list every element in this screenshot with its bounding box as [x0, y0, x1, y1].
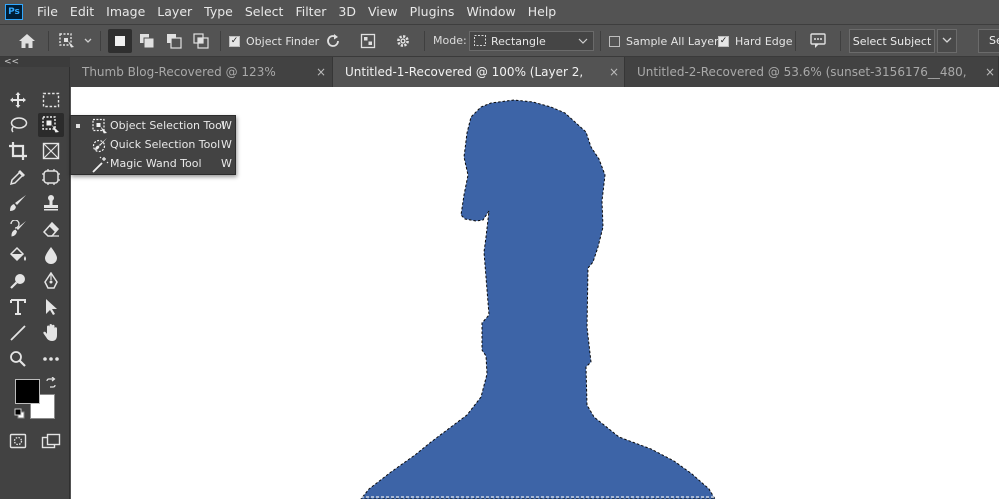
menu-3d[interactable]: 3D — [332, 0, 362, 24]
new-selection-icon[interactable] — [108, 29, 132, 53]
flyout-label: Quick Selection Tool — [110, 138, 221, 151]
frame-icon[interactable] — [38, 139, 64, 163]
close-icon[interactable]: × — [985, 57, 995, 87]
stamp-icon[interactable] — [38, 191, 64, 215]
menu-bar: Ps File Edit Image Layer Type Select Fil… — [0, 0, 999, 24]
empty-checkbox-icon — [609, 35, 620, 47]
menu-layer[interactable]: Layer — [151, 0, 198, 24]
intersect-selection-icon[interactable] — [189, 29, 213, 53]
menu-help[interactable]: Help — [522, 0, 563, 24]
select-subject-dropdown[interactable] — [937, 29, 957, 53]
close-icon[interactable]: × — [316, 57, 326, 87]
mode-label: Mode: — [433, 34, 467, 47]
object-selection-icon — [91, 118, 109, 135]
flyout-item-magic-wand[interactable]: Magic Wand Tool W — [71, 155, 235, 174]
flyout-label: Magic Wand Tool — [110, 157, 202, 170]
move-tool-icon[interactable] — [5, 88, 31, 112]
eyedropper-icon[interactable] — [5, 165, 31, 189]
history-brush-icon[interactable] — [5, 217, 31, 241]
quick-selection-icon — [91, 137, 109, 154]
screen-mode-icon[interactable] — [38, 429, 64, 453]
zoom-icon[interactable] — [5, 347, 31, 371]
comment-help-icon[interactable] — [806, 29, 830, 53]
menu-plugins[interactable]: Plugins — [404, 0, 461, 24]
rectangular-marquee-icon[interactable] — [38, 88, 64, 112]
lasso-icon[interactable] — [5, 113, 31, 137]
brush-icon[interactable] — [5, 191, 31, 215]
checkmark-icon: ✓ — [229, 35, 240, 47]
line-tool-icon[interactable] — [5, 321, 31, 345]
refresh-icon[interactable] — [322, 29, 344, 53]
menu-type[interactable]: Type — [198, 0, 239, 24]
menu-edit[interactable]: Edit — [64, 0, 100, 24]
menu-window[interactable]: Window — [460, 0, 521, 24]
menu-image[interactable]: Image — [100, 0, 151, 24]
default-colors-icon[interactable] — [14, 408, 25, 422]
tab-untitled-2[interactable]: Untitled-2-Recovered @ 53.6% (sunset-315… — [625, 57, 999, 109]
object-finder-label: Object Finder — [246, 34, 320, 48]
frame-object-icon[interactable] — [38, 165, 64, 189]
mode-value: Rectangle — [491, 34, 546, 48]
paint-bucket-icon[interactable] — [5, 243, 31, 267]
collapse-panel-button[interactable]: << — [0, 57, 70, 67]
shortcut-key: W — [221, 157, 232, 170]
mode-dropdown[interactable]: Rectangle — [469, 31, 594, 51]
chevron-down-icon — [942, 37, 952, 43]
menu-file[interactable]: File — [31, 0, 64, 24]
tab-untitled-1[interactable]: Untitled-1-Recovered @ 100% (Layer 2, RG… — [333, 57, 625, 109]
checkmark-icon: ✓ — [718, 35, 729, 47]
shortcut-key: W — [221, 119, 232, 132]
flyout-item-quick-selection[interactable]: Quick Selection Tool W — [71, 136, 235, 155]
hard-edge-checkbox[interactable]: ✓ Hard Edge — [718, 29, 793, 53]
tab-thumb-blog[interactable]: Thumb Blog-Recovered @ 123% (RGB/8#) * × — [70, 57, 333, 109]
options-bar: ✓ Object Finder Mode: Rectangle Sample A… — [0, 24, 999, 57]
quick-mask-icon[interactable] — [5, 429, 31, 453]
blur-icon[interactable] — [38, 243, 64, 267]
crop-icon[interactable] — [5, 139, 31, 163]
home-icon[interactable] — [14, 29, 40, 53]
selection-tools-flyout: Object Selection Tool W Quick Selection … — [70, 115, 236, 175]
swap-colors-icon[interactable] — [45, 376, 57, 392]
close-icon[interactable]: × — [609, 57, 619, 87]
hard-edge-label: Hard Edge — [735, 34, 793, 48]
eraser-icon[interactable] — [38, 217, 64, 241]
path-selection-icon[interactable] — [38, 295, 64, 319]
tools-panel — [0, 67, 70, 499]
sample-all-layers-label: Sample All Layers — [626, 34, 725, 48]
chevron-down-icon — [578, 38, 588, 44]
select-subject-button[interactable]: Select Subject — [849, 29, 935, 53]
tool-preset-picker[interactable] — [56, 29, 94, 53]
foreground-color-swatch[interactable] — [15, 379, 40, 404]
active-bullet-icon — [76, 124, 80, 128]
pen-icon[interactable] — [38, 269, 64, 293]
menu-view[interactable]: View — [362, 0, 404, 24]
shortcut-key: W — [221, 138, 232, 151]
flyout-item-object-selection[interactable]: Object Selection Tool W — [71, 117, 235, 136]
document-tab-bar: Thumb Blog-Recovered @ 123% (RGB/8#) * ×… — [0, 57, 999, 109]
magic-wand-icon — [91, 156, 109, 173]
more-tools-icon[interactable] — [38, 347, 64, 371]
add-to-selection-icon[interactable] — [135, 29, 159, 53]
gear-icon[interactable] — [392, 29, 414, 53]
object-finder-checkbox[interactable]: ✓ Object Finder — [229, 29, 319, 53]
select-and-mask-button[interactable]: Se — [978, 29, 999, 53]
photoshop-logo[interactable]: Ps — [5, 4, 23, 20]
menu-filter[interactable]: Filter — [289, 0, 332, 24]
show-all-objects-icon[interactable] — [357, 29, 379, 53]
sample-all-layers-checkbox[interactable]: Sample All Layers — [609, 29, 724, 53]
menu-select[interactable]: Select — [239, 0, 290, 24]
type-icon[interactable] — [5, 295, 31, 319]
hand-icon[interactable] — [38, 321, 64, 345]
object-selection-tool-icon[interactable] — [38, 113, 64, 137]
flyout-label: Object Selection Tool — [110, 119, 225, 132]
dodge-icon[interactable] — [5, 269, 31, 293]
subtract-from-selection-icon[interactable] — [162, 29, 186, 53]
